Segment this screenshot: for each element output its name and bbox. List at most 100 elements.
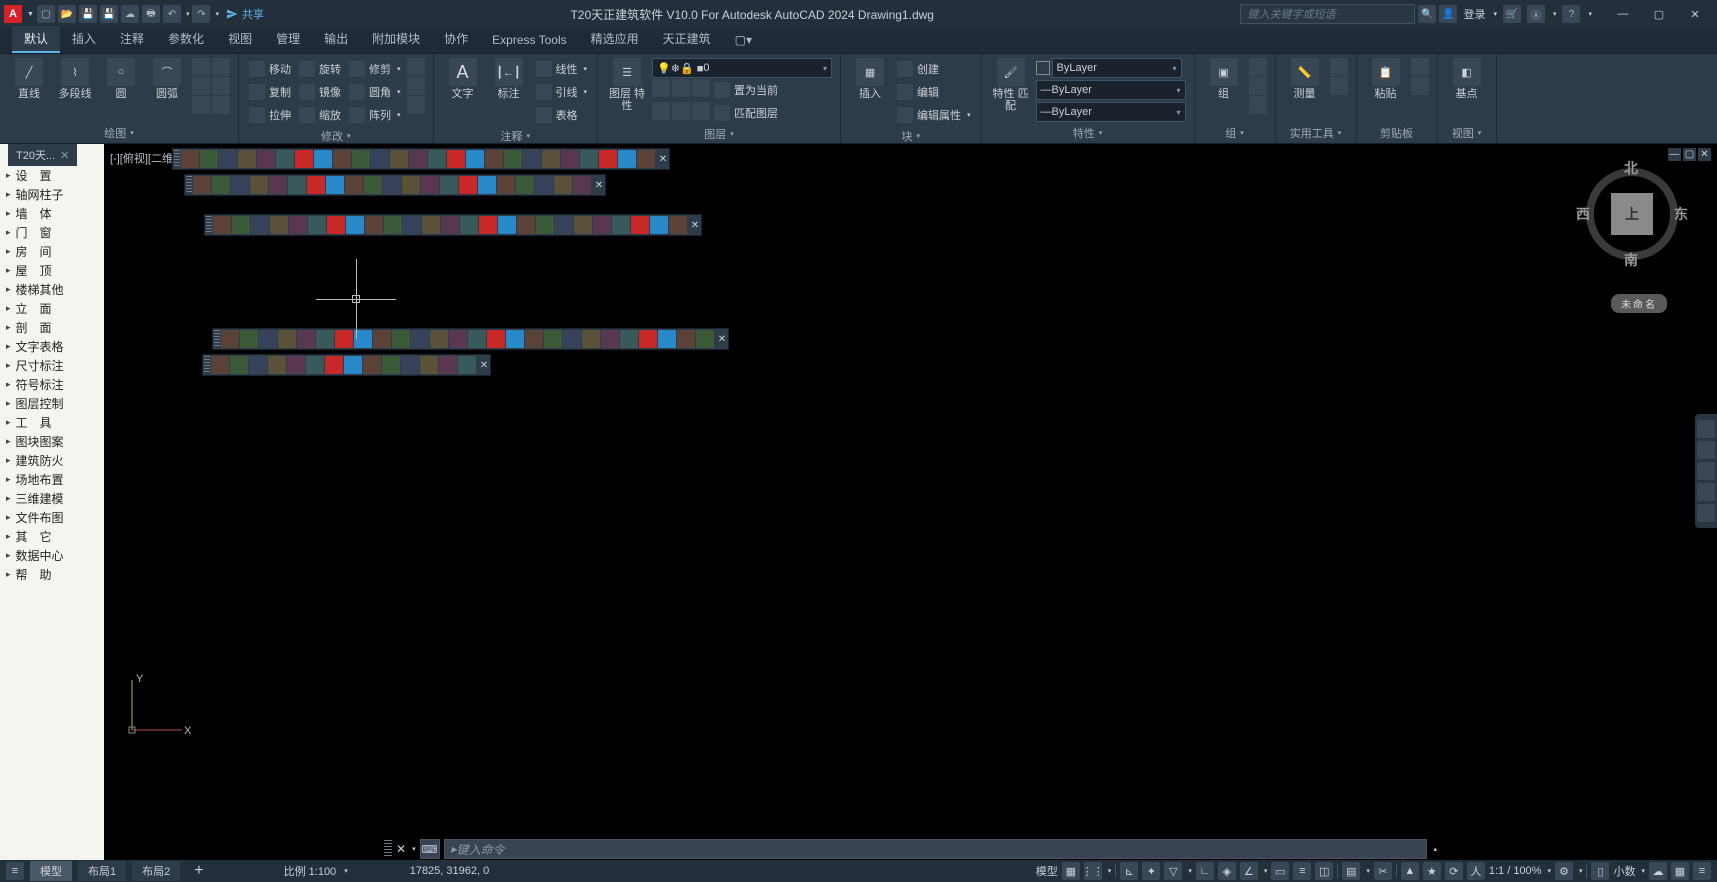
- ft2-btn-9[interactable]: [364, 176, 382, 194]
- float-toolbar-4[interactable]: ✕: [212, 328, 729, 350]
- sb-anns-icon[interactable]: ⟳: [1445, 862, 1463, 880]
- sidebar-item-17[interactable]: ▸三维建模: [0, 489, 104, 508]
- ft5-btn-7[interactable]: [344, 356, 362, 374]
- ft4-btn-13[interactable]: [468, 330, 486, 348]
- copy-icon[interactable]: [1411, 77, 1429, 95]
- ft3-btn-2[interactable]: [251, 216, 269, 234]
- draw-tool-0[interactable]: ╱直线: [8, 58, 50, 100]
- ft4-btn-16[interactable]: [525, 330, 543, 348]
- ft4-btn-9[interactable]: [392, 330, 410, 348]
- sb-iso-icon[interactable]: ▽: [1164, 862, 1182, 880]
- ft1-btn-10[interactable]: [371, 150, 389, 168]
- ft3-btn-11[interactable]: [422, 216, 440, 234]
- ft3-btn-1[interactable]: [232, 216, 250, 234]
- float-toolbar-1[interactable]: ✕: [172, 148, 670, 170]
- ft1-btn-3[interactable]: [238, 150, 256, 168]
- viewcube[interactable]: 上 北 南 东 西: [1582, 164, 1682, 264]
- sb-layout1-tab[interactable]: 布局1: [78, 861, 126, 881]
- ft4-btn-20[interactable]: [601, 330, 619, 348]
- ft1-btn-12[interactable]: [409, 150, 427, 168]
- sidebar-item-14[interactable]: ▸图块图案: [0, 432, 104, 451]
- viewcube-top[interactable]: 上: [1611, 193, 1653, 235]
- layer-freeze-icon[interactable]: [672, 79, 690, 97]
- float-toolbar-2[interactable]: ✕: [184, 174, 606, 196]
- sidebar-item-10[interactable]: ▸尺寸标注: [0, 356, 104, 375]
- ft4-btn-8[interactable]: [373, 330, 391, 348]
- sb-ortho-icon[interactable]: ⊾: [1120, 862, 1138, 880]
- undo-dd[interactable]: ▾: [186, 10, 190, 18]
- tool-setcurrent[interactable]: 置为当前: [712, 79, 780, 101]
- ft1-btn-2[interactable]: [219, 150, 237, 168]
- tab-5[interactable]: 管理: [264, 26, 312, 53]
- layer-e1-icon[interactable]: [652, 102, 670, 120]
- ft1-btn-23[interactable]: [618, 150, 636, 168]
- ft3-btn-9[interactable]: [384, 216, 402, 234]
- layer-on-icon[interactable]: [652, 79, 670, 97]
- ft2-btn-8[interactable]: [345, 176, 363, 194]
- ut2-icon[interactable]: [1330, 77, 1348, 95]
- ft1-close[interactable]: ✕: [658, 154, 668, 164]
- saveas-icon[interactable]: 💾: [100, 5, 118, 23]
- user-icon[interactable]: 👤: [1439, 5, 1457, 23]
- sb-custom-icon[interactable]: ≡: [1693, 862, 1711, 880]
- gr1-icon[interactable]: [1249, 58, 1267, 76]
- ft5-btn-3[interactable]: [268, 356, 286, 374]
- tab-7[interactable]: 附加模块: [360, 26, 432, 53]
- doc-tab-close-icon[interactable]: ✕: [60, 149, 69, 162]
- ft2-btn-10[interactable]: [383, 176, 401, 194]
- lineweight-combo[interactable]: — ByLayer▾: [1036, 80, 1186, 100]
- modify-11[interactable]: 镜像: [297, 81, 343, 103]
- sb-otrack-icon[interactable]: ∠: [1240, 862, 1258, 880]
- draw-extra-10[interactable]: [192, 77, 210, 95]
- app-icon[interactable]: A: [4, 5, 22, 23]
- ft1-btn-17[interactable]: [504, 150, 522, 168]
- draw-tool-2[interactable]: ○圆: [100, 58, 142, 100]
- modify-21[interactable]: 圆角▾: [347, 81, 403, 103]
- layer-e2-icon[interactable]: [672, 102, 690, 120]
- sb-lwt-icon[interactable]: ≡: [1293, 862, 1311, 880]
- tab-10[interactable]: 精选应用: [579, 26, 651, 53]
- tool-layer-props[interactable]: ☰图层 特性: [606, 58, 648, 112]
- open-icon[interactable]: 📂: [58, 5, 76, 23]
- sidebar-item-1[interactable]: ▸轴网柱子: [0, 185, 104, 204]
- help-dd[interactable]: ▾: [1588, 10, 1592, 18]
- sidebar-item-9[interactable]: ▸文字表格: [0, 337, 104, 356]
- cmd-recent-dd[interactable]: ▴: [1433, 845, 1437, 853]
- tool-table[interactable]: 表格: [534, 104, 590, 126]
- draw-tool-3[interactable]: ⌒圆弧: [146, 58, 188, 100]
- ft1-btn-18[interactable]: [523, 150, 541, 168]
- ft3-btn-16[interactable]: [517, 216, 535, 234]
- sidebar-item-13[interactable]: ▸工 具: [0, 413, 104, 432]
- cmd-close-icon[interactable]: ✕: [396, 842, 406, 856]
- ft2-btn-17[interactable]: [516, 176, 534, 194]
- tab-8[interactable]: 协作: [432, 26, 480, 53]
- modify-00[interactable]: 移动: [247, 58, 293, 80]
- ft2-btn-18[interactable]: [535, 176, 553, 194]
- ft3-btn-10[interactable]: [403, 216, 421, 234]
- save-icon[interactable]: 💾: [79, 5, 97, 23]
- ft5-btn-11[interactable]: [420, 356, 438, 374]
- ft1-btn-0[interactable]: [181, 150, 199, 168]
- ft5-btn-10[interactable]: [401, 356, 419, 374]
- sidebar-item-16[interactable]: ▸场地布置: [0, 470, 104, 489]
- sb-gear-icon[interactable]: ⚙: [1555, 862, 1573, 880]
- doc-tab[interactable]: T20天... ✕: [8, 144, 77, 166]
- close-button[interactable]: ✕: [1677, 2, 1713, 26]
- modify-22[interactable]: 阵列▾: [347, 104, 403, 126]
- ft3-btn-23[interactable]: [650, 216, 668, 234]
- ft4-btn-19[interactable]: [582, 330, 600, 348]
- sb-annv-icon[interactable]: ★: [1423, 862, 1441, 880]
- tab-extra[interactable]: ▢▾: [723, 29, 764, 53]
- sb-sc-icon[interactable]: ✂: [1374, 862, 1392, 880]
- tool-insert[interactable]: ▦插入: [849, 58, 891, 100]
- vp-min-icon[interactable]: —: [1668, 148, 1681, 161]
- ft5-btn-8[interactable]: [363, 356, 381, 374]
- ft4-btn-1[interactable]: [240, 330, 258, 348]
- ft1-btn-4[interactable]: [257, 150, 275, 168]
- modify-extra-1[interactable]: [407, 77, 425, 95]
- login-dd[interactable]: ▾: [1493, 10, 1497, 18]
- draw-extra-21[interactable]: [212, 96, 230, 114]
- modify-01[interactable]: 复制: [247, 81, 293, 103]
- vp-close-icon[interactable]: ✕: [1698, 148, 1711, 161]
- drawing-canvas[interactable]: [-][俯视][二维线框] — ▢ ✕ ✕ ✕ ✕ ✕ ✕ Y X 上 北: [104, 144, 1717, 860]
